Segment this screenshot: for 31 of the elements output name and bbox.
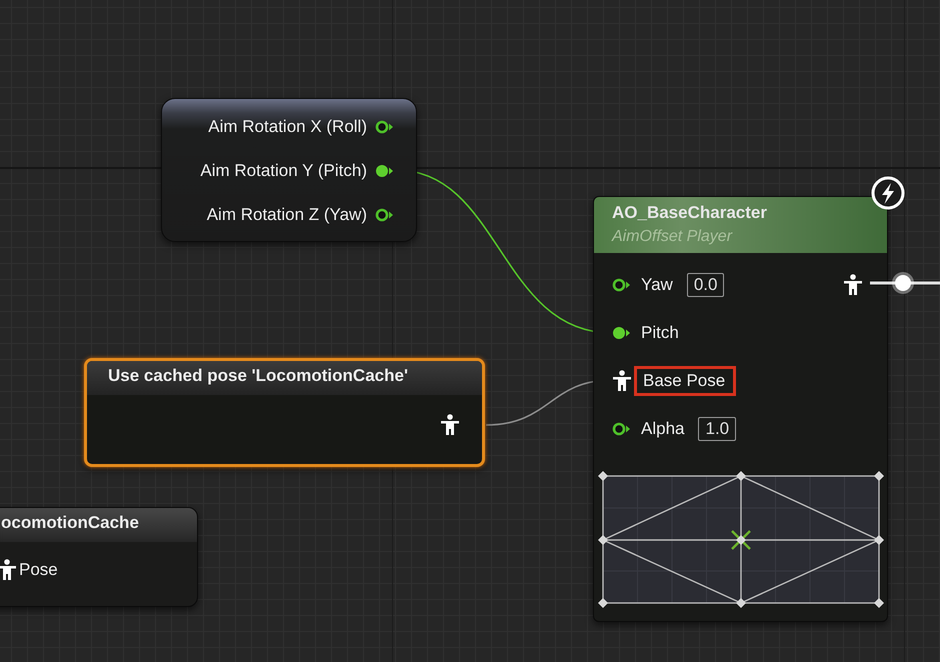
- pin-icon[interactable]: [612, 421, 631, 437]
- cache-node[interactable]: ocomotionCache Pose: [0, 507, 198, 607]
- lightning-icon[interactable]: [870, 175, 906, 211]
- connected-pin-icon[interactable]: [612, 325, 631, 341]
- node-title: Use cached pose 'LocomotionCache': [87, 361, 482, 395]
- value-field[interactable]: 1.0: [698, 417, 736, 441]
- node-subtitle: AimOffset Player: [612, 228, 734, 246]
- aim-offset-node[interactable]: AO_BaseCharacter AimOffset Player Yaw 0.0 Pitch Base Pose Alpha 1.0: [593, 196, 888, 622]
- pin-icon[interactable]: [612, 277, 631, 293]
- blend-space-drawing[interactable]: [598, 471, 884, 609]
- pin-label: Pitch: [641, 323, 679, 343]
- person-icon[interactable]: [440, 414, 460, 436]
- person-icon[interactable]: [612, 370, 632, 392]
- pin-label: Pose: [19, 560, 58, 580]
- pin-label: Alpha: [641, 419, 684, 439]
- graph-canvas[interactable]: Aim Rotation X (Roll) Aim Rotation Y (Pitch) Aim Rotation Z (Yaw) AO_BaseCharacter AimOffset Player Yaw 0.0 Pitch Base Pose Alpha 1.0 Use cached pose 'LocomotionCache' ocomotionCache Pose: [0, 0, 940, 662]
- pin-label: Aim Rotation X (Roll): [208, 117, 367, 137]
- highlighted-label: Base Pose: [634, 366, 736, 396]
- pin-label: Aim Rotation Y (Pitch): [200, 161, 367, 181]
- pin-icon[interactable]: [375, 207, 394, 223]
- value-field[interactable]: 0.0: [686, 273, 724, 297]
- connected-pin-icon[interactable]: [375, 163, 394, 179]
- node-title: AO_BaseCharacter: [612, 203, 768, 223]
- person-icon[interactable]: [843, 274, 863, 296]
- person-icon[interactable]: [0, 559, 17, 581]
- pin-label: Aim Rotation Z (Yaw): [206, 205, 367, 225]
- pin-label: Yaw: [641, 275, 673, 295]
- node-title: ocomotionCache: [0, 508, 197, 542]
- pin-icon[interactable]: [375, 119, 394, 135]
- cached-pose-node[interactable]: Use cached pose 'LocomotionCache': [84, 358, 485, 467]
- getter-node[interactable]: Aim Rotation X (Roll) Aim Rotation Y (Pitch) Aim Rotation Z (Yaw): [161, 98, 417, 242]
